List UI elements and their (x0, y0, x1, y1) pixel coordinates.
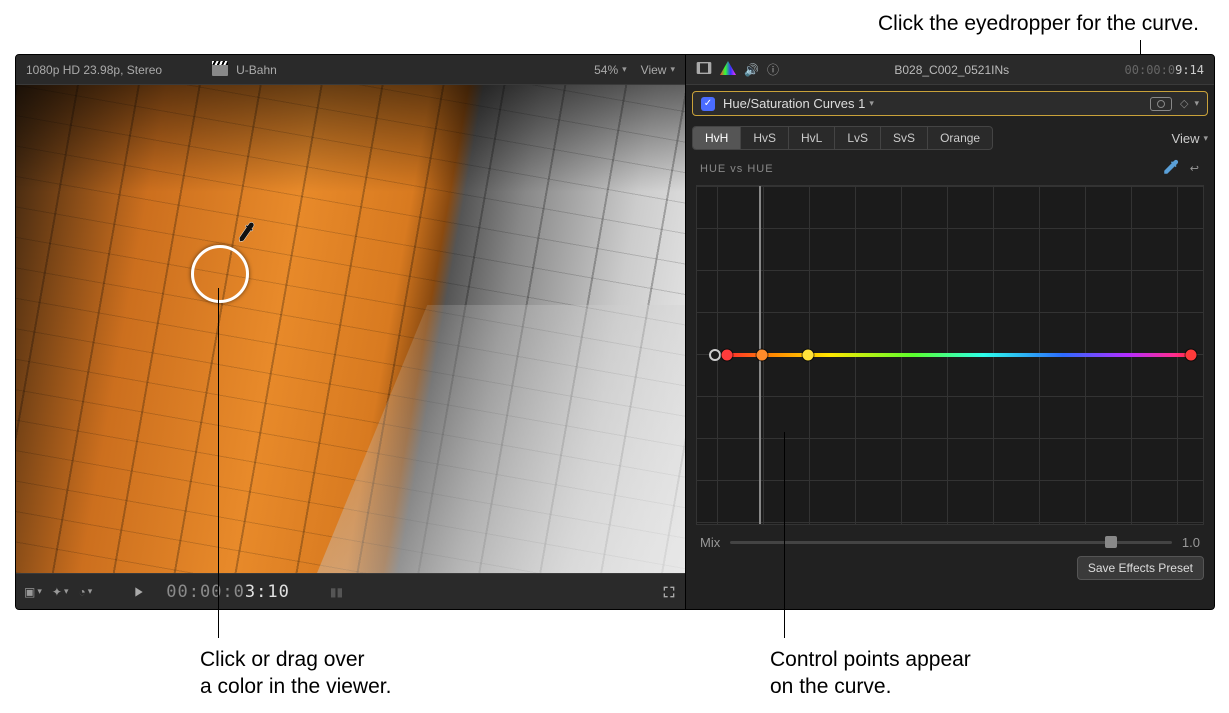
eyedropper-icon (234, 219, 261, 250)
inspector-panel: 🔊 ⓘ B028_C002_0521INs 00:00:09:14 ✓ Hue/… (686, 55, 1214, 609)
crop-tool-dropdown[interactable]: ▣▾ (24, 585, 42, 599)
callout-line-right (784, 432, 785, 638)
callout-top: Click the eyedropper for the curve. (878, 10, 1199, 37)
chevron-down-icon: ▾ (1203, 133, 1208, 144)
curve-header: HUE vs HUE ↩ (686, 154, 1214, 181)
loupe-circle (191, 245, 249, 303)
app-window: 1080p HD 23.98p, Stereo U-Bahn 54% ▾ Vie… (15, 54, 1215, 610)
zoom-dropdown[interactable]: 54% ▾ (594, 63, 627, 77)
retime-tool-dropdown[interactable]: ◔▾ (78, 585, 92, 599)
viewer-header: 1080p HD 23.98p, Stereo U-Bahn 54% ▾ Vie… (16, 55, 685, 85)
viewer-format: 1080p HD 23.98p, Stereo (26, 63, 162, 77)
curve-editor[interactable] (696, 185, 1204, 525)
timecode-hi: 3:10 (245, 582, 290, 602)
callout-bl-line2: a color in the viewer. (200, 673, 391, 700)
control-point-yellow[interactable] (802, 350, 813, 361)
mix-slider[interactable] (730, 541, 1172, 544)
mix-row: Mix 1.0 (686, 529, 1214, 550)
tab-hvs[interactable]: HvS (741, 127, 789, 149)
control-point-red-end[interactable] (1186, 350, 1197, 361)
callout-bl-line1: Click or drag over (200, 646, 391, 673)
callout-line-left (218, 288, 219, 638)
callout-top-text: Click the eyedropper for the curve. (878, 12, 1199, 35)
zoom-value: 54% (594, 63, 618, 77)
control-point-red-start[interactable] (722, 350, 733, 361)
color-inspector-icon[interactable] (720, 61, 736, 78)
viewer-timecode[interactable]: 00:00:03:10 (166, 582, 290, 602)
inspector-timecode: 00:00:09:14 (1125, 63, 1204, 77)
audio-inspector-icon[interactable]: 🔊 (744, 63, 759, 77)
eyedropper-button[interactable] (1162, 158, 1180, 179)
tab-lvs[interactable]: LvS (835, 127, 881, 149)
clapperboard-icon (212, 64, 228, 76)
curve-origin[interactable] (709, 349, 721, 361)
transform-tool-dropdown[interactable]: ✦▾ (52, 585, 69, 599)
effect-header-row[interactable]: ✓ Hue/Saturation Curves 1 ▾ ◇ ▾ (692, 91, 1208, 116)
viewer-canvas[interactable] (16, 85, 685, 573)
keyframe-controls[interactable]: ◇ ▾ (1180, 97, 1199, 110)
viewer-clip-name: U-Bahn (236, 63, 277, 77)
inspector-footer: Save Effects Preset (686, 550, 1214, 588)
curve-tab-row: HvH HvS HvL LvS SvS Orange View ▾ (686, 122, 1214, 154)
callout-br-line1: Control points appear (770, 646, 971, 673)
effect-enable-checkbox[interactable]: ✓ (701, 97, 715, 111)
callout-bottom-left: Click or drag over a color in the viewer… (200, 646, 391, 701)
callout-bottom-right: Control points appear on the curve. (770, 646, 971, 701)
callout-br-line2: on the curve. (770, 673, 971, 700)
fullscreen-button[interactable] (661, 584, 677, 600)
hue-spectrum (727, 353, 1193, 357)
effect-name: Hue/Saturation Curves 1 (723, 96, 865, 111)
inspector-view-dropdown[interactable]: View ▾ (1172, 131, 1208, 146)
reset-button[interactable]: ↩ (1190, 162, 1200, 175)
curve-tabs: HvH HvS HvL LvS SvS Orange (692, 126, 993, 150)
mask-icon[interactable] (1150, 97, 1172, 111)
tab-svs[interactable]: SvS (881, 127, 928, 149)
control-point-orange[interactable] (757, 350, 768, 361)
info-inspector-icon[interactable]: ⓘ (767, 61, 779, 78)
viewer-panel: 1080p HD 23.98p, Stereo U-Bahn 54% ▾ Vie… (16, 55, 686, 609)
video-inspector-icon[interactable] (696, 60, 712, 79)
chevron-down-icon: ▾ (670, 64, 675, 75)
inspector-clip-name: B028_C002_0521INs (789, 63, 1115, 77)
chevron-down-icon: ▾ (622, 64, 627, 75)
chevron-down-icon[interactable]: ▾ (869, 98, 874, 109)
view-label: View (641, 63, 667, 77)
curve-title: HUE vs HUE (700, 163, 774, 175)
eyedropper-loupe[interactable] (191, 245, 249, 303)
inspector-header: 🔊 ⓘ B028_C002_0521INs 00:00:09:14 (686, 55, 1214, 85)
tab-hvh[interactable]: HvH (693, 127, 741, 149)
viewer-image (16, 85, 685, 573)
save-effects-preset-button[interactable]: Save Effects Preset (1077, 556, 1204, 580)
mix-value: 1.0 (1182, 535, 1200, 550)
tab-orange[interactable]: Orange (928, 127, 992, 149)
mix-slider-thumb[interactable] (1105, 536, 1117, 548)
play-button[interactable] (130, 584, 146, 600)
audio-meter-icon: ▮▮ (330, 585, 343, 599)
tab-hvl[interactable]: HvL (789, 127, 835, 149)
viewer-footer: ▣▾ ✦▾ ◔▾ 00:00:03:10 ▮▮ (16, 573, 685, 609)
mix-label: Mix (700, 535, 720, 550)
timecode-dim: 00:00:0 (166, 582, 245, 602)
view-dropdown[interactable]: View ▾ (641, 63, 675, 77)
